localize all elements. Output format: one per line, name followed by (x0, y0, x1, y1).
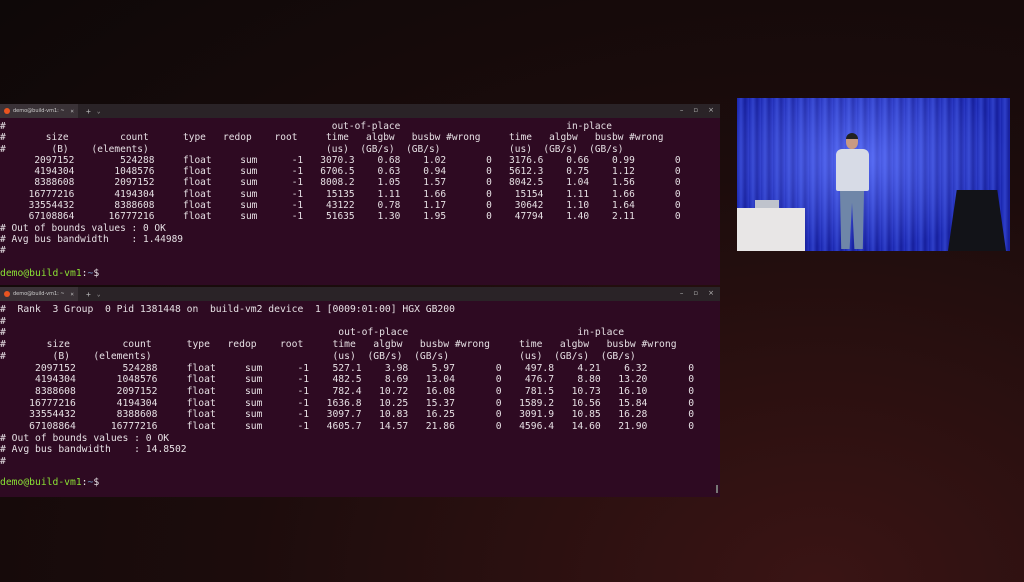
presenter (827, 133, 877, 251)
podium (737, 208, 805, 251)
terminal-app-icon (4, 291, 10, 297)
maximize-button[interactable]: ▫ (693, 289, 698, 297)
shell-prompt[interactable]: demo@build-vm1:~$ (0, 268, 99, 279)
close-tab-icon[interactable]: × (70, 108, 74, 115)
close-button[interactable]: × (708, 106, 714, 114)
terminal-tab[interactable]: demo@build-vm1: ~ × (0, 287, 78, 301)
terminal-tab[interactable]: demo@build-vm1: ~ × (0, 104, 78, 118)
tab-title: demo@build-vm1: ~ (13, 291, 65, 297)
shell-prompt[interactable]: demo@build-vm1:~$ (0, 477, 99, 488)
speaker-stand (948, 190, 1006, 251)
tab-title: demo@build-vm1: ~ (13, 108, 65, 114)
tab-bar: demo@build-vm1: ~ × + ⌄ – ▫ × (0, 287, 720, 301)
new-tab-button[interactable]: + (86, 107, 91, 116)
terminal-app-icon (4, 108, 10, 114)
prompt-symbol: $ (93, 477, 100, 488)
terminal-output: # out-of-place in-place # size count typ… (0, 121, 681, 257)
terminal-window-top[interactable]: demo@build-vm1: ~ × + ⌄ – ▫ × # out-of-p… (0, 104, 720, 285)
tab-dropdown-icon[interactable]: ⌄ (97, 108, 101, 115)
tab-bar: demo@build-vm1: ~ × + ⌄ – ▫ × (0, 104, 720, 118)
presenter-video-feed (737, 98, 1010, 251)
scrollbar[interactable] (716, 485, 718, 493)
terminal-output: # Rank 3 Group 0 Pid 1381448 on build-vm… (0, 304, 695, 468)
new-tab-button[interactable]: + (86, 290, 91, 299)
tab-dropdown-icon[interactable]: ⌄ (97, 291, 101, 298)
minimize-button[interactable]: – (680, 289, 684, 297)
terminal-window-bottom[interactable]: demo@build-vm1: ~ × + ⌄ – ▫ × # Rank 3 G… (0, 287, 720, 497)
prompt-symbol: $ (93, 268, 100, 279)
maximize-button[interactable]: ▫ (693, 106, 698, 114)
close-button[interactable]: × (708, 289, 714, 297)
prompt-user: demo@build-vm1 (0, 268, 82, 279)
minimize-button[interactable]: – (680, 106, 684, 114)
prompt-user: demo@build-vm1 (0, 477, 82, 488)
close-tab-icon[interactable]: × (70, 291, 74, 298)
